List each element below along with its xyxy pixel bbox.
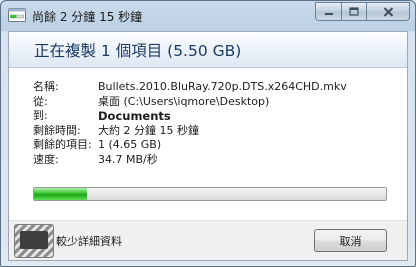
detail-row-from: 從: 桌面 (C:\Users\iqmore\Desktop)	[33, 95, 403, 110]
close-icon	[383, 6, 393, 17]
copy-status-heading: 正在複製 1 個項目 (5.50 GB)	[34, 42, 242, 60]
detail-value: 桌面 (C:\Users\iqmore\Desktop)	[98, 94, 270, 108]
detail-label: 剩餘的項目:	[33, 138, 92, 151]
destination-link[interactable]: Documents	[98, 109, 171, 124]
detail-value: 1 (4.65 GB)	[98, 138, 162, 151]
file-copy-dialog: 尚餘 2 分鐘 15 秒鐘 正在複製 1 個項目 (5.50 GB) 名稱: B…	[0, 0, 416, 267]
detail-value: Bullets.2010.BluRay.720p.DTS.x264CHD.mkv	[98, 80, 347, 93]
dialog-footer: 較少詳細資料 取消	[9, 220, 407, 260]
detail-row-items-remaining: 剩餘的項目: 1 (4.65 GB)	[33, 138, 403, 153]
detail-row-name: 名稱: Bullets.2010.BluRay.720p.DTS.x264CHD…	[33, 80, 403, 95]
details-list: 名稱: Bullets.2010.BluRay.720p.DTS.x264CHD…	[33, 80, 403, 167]
detail-value: 大約 2 分鐘 15 秒鐘	[98, 123, 199, 137]
detail-label: 從:	[33, 94, 48, 108]
detail-label: 剩餘時間:	[33, 123, 81, 137]
copy-progress-icon	[8, 8, 26, 22]
minimize-button[interactable]	[315, 2, 341, 21]
maximize-button[interactable]	[341, 2, 366, 21]
chevron-up-icon	[14, 224, 54, 258]
less-details-label: 較少詳細資料	[56, 235, 122, 248]
title-bar[interactable]: 尚餘 2 分鐘 15 秒鐘	[1, 1, 415, 31]
detail-row-speed: 速度: 34.7 MB/秒	[33, 153, 403, 168]
detail-label: 到:	[33, 109, 48, 122]
detail-label: 速度:	[33, 152, 59, 166]
dialog-content: 正在複製 1 個項目 (5.50 GB) 名稱: Bullets.2010.Bl…	[8, 31, 408, 261]
close-button[interactable]	[366, 2, 410, 21]
less-details-toggle[interactable]: 較少詳細資料	[14, 224, 122, 258]
minimize-icon	[324, 12, 333, 15]
maximize-icon	[349, 7, 359, 16]
header-banner: 正在複製 1 個項目 (5.50 GB)	[9, 32, 407, 68]
caption-buttons	[315, 2, 410, 21]
copy-progress-bar	[33, 187, 387, 201]
window-title: 尚餘 2 分鐘 15 秒鐘	[32, 10, 143, 24]
detail-row-to: 到: Documents	[33, 109, 403, 124]
detail-label: 名稱:	[33, 80, 59, 93]
progress-fill	[34, 188, 87, 200]
detail-value: 34.7 MB/秒	[98, 152, 158, 166]
detail-row-time-remaining: 剩餘時間: 大約 2 分鐘 15 秒鐘	[33, 124, 403, 139]
cancel-button[interactable]: 取消	[314, 229, 387, 252]
